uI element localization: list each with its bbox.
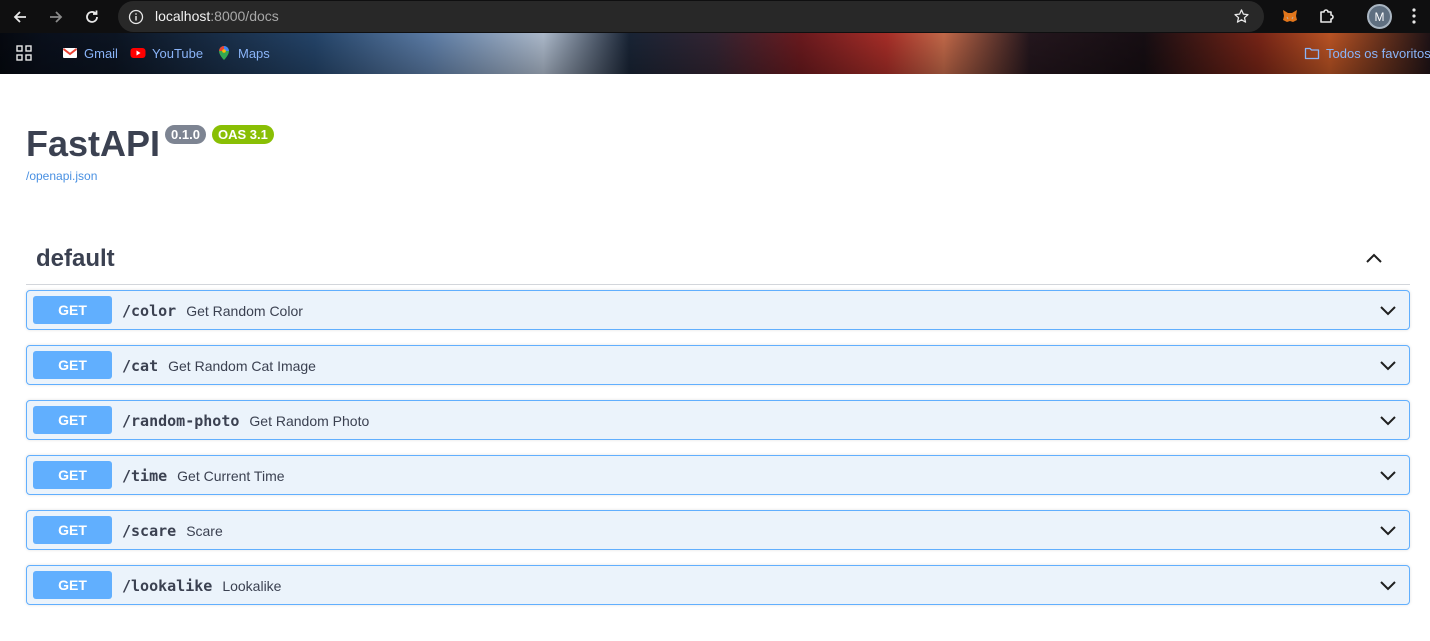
operation-path: /random-photo Get Random Photo	[122, 412, 369, 430]
operation-summary: Get Random Photo	[249, 413, 370, 429]
version-badge: 0.1.0	[165, 125, 206, 144]
profile-avatar[interactable]: M	[1367, 4, 1392, 29]
method-badge: GET	[33, 571, 112, 599]
bookmarks-bar: Gmail YouTube Maps Todos os favoritos	[0, 33, 1430, 74]
url-host: localhost	[155, 8, 211, 24]
extensions-icon[interactable]	[1317, 6, 1337, 26]
path-text: /time	[122, 467, 168, 485]
all-bookmarks-folder[interactable]: Todos os favoritos	[1304, 45, 1430, 61]
arrow-right-icon	[50, 11, 63, 23]
operation-get-lookalike[interactable]: GET /lookalike Lookalike	[26, 565, 1410, 605]
path-text: /random-photo	[122, 412, 240, 430]
operation-summary: Get Current Time	[177, 468, 285, 484]
bookmark-label: Gmail	[84, 45, 118, 61]
back-button[interactable]	[9, 6, 31, 28]
bookmark-maps[interactable]: Maps	[216, 45, 270, 61]
oas-badge: OAS 3.1	[211, 125, 274, 144]
gmail-icon	[62, 48, 78, 58]
operation-get-color[interactable]: GET /color Get Random Color	[26, 290, 1410, 330]
method-badge: GET	[33, 461, 112, 489]
youtube-icon	[130, 48, 146, 58]
operation-path: /scare Scare	[122, 522, 223, 540]
path-text: /lookalike	[122, 577, 213, 595]
method-badge: GET	[33, 516, 112, 544]
bookmark-star-icon[interactable]	[1233, 8, 1250, 25]
operation-path: /cat Get Random Cat Image	[122, 357, 316, 375]
apps-grid-icon[interactable]	[16, 45, 32, 61]
operation-path: /time Get Current Time	[122, 467, 285, 485]
operation-path: /color Get Random Color	[122, 302, 303, 320]
bookmark-youtube[interactable]: YouTube	[130, 45, 203, 61]
bookmark-gmail[interactable]: Gmail	[62, 45, 118, 61]
operation-summary: Lookalike	[222, 578, 282, 594]
chevron-down-icon[interactable]	[1379, 576, 1397, 594]
site-info-icon[interactable]	[128, 9, 144, 25]
operation-get-time[interactable]: GET /time Get Current Time	[26, 455, 1410, 495]
menu-kebab-icon[interactable]	[1406, 6, 1422, 26]
operation-get-cat[interactable]: GET /cat Get Random Cat Image	[26, 345, 1410, 385]
method-badge: GET	[33, 351, 112, 379]
all-bookmarks-label: Todos os favoritos	[1326, 45, 1430, 61]
chevron-up-icon[interactable]	[1364, 249, 1384, 269]
browser-toolbar: localhost:8000/docs M	[0, 0, 1430, 33]
chevron-down-icon[interactable]	[1379, 301, 1397, 319]
forward-button[interactable]	[45, 6, 67, 28]
metamask-extension-icon[interactable]	[1281, 7, 1299, 25]
tag-section-default[interactable]: default	[26, 234, 1410, 285]
operation-summary: Get Random Color	[186, 303, 303, 319]
reload-button[interactable]	[81, 6, 103, 28]
operation-get-scare[interactable]: GET /scare Scare	[26, 510, 1410, 550]
operation-summary: Scare	[186, 523, 223, 539]
address-bar[interactable]: localhost:8000/docs	[118, 1, 1264, 32]
path-text: /cat	[122, 357, 159, 375]
api-info: FastAPI 0.1.0 OAS 3.1	[26, 124, 274, 164]
reload-icon	[86, 10, 98, 23]
chevron-down-icon[interactable]	[1379, 466, 1397, 484]
url-text[interactable]: localhost:8000/docs	[155, 8, 279, 24]
method-badge: GET	[33, 406, 112, 434]
avatar-letter: M	[1374, 9, 1385, 24]
operation-summary: Get Random Cat Image	[168, 358, 316, 374]
operation-path: /lookalike Lookalike	[122, 577, 281, 595]
folder-icon	[1304, 47, 1320, 60]
method-badge: GET	[33, 296, 112, 324]
chevron-down-icon[interactable]	[1379, 521, 1397, 539]
chevron-down-icon[interactable]	[1379, 356, 1397, 374]
api-title: FastAPI	[26, 123, 161, 164]
arrow-left-icon	[13, 11, 26, 23]
bookmark-label: YouTube	[152, 45, 204, 61]
path-text: /color	[122, 302, 177, 320]
path-text: /scare	[122, 522, 177, 540]
swagger-page: FastAPI 0.1.0 OAS 3.1 /openapi.json defa…	[0, 74, 1430, 641]
openapi-json-link[interactable]: /openapi.json	[26, 169, 97, 183]
maps-icon	[219, 46, 229, 60]
section-title: default	[36, 245, 115, 272]
bookmark-label: Maps	[238, 45, 270, 61]
operation-get-random-photo[interactable]: GET /random-photo Get Random Photo	[26, 400, 1410, 440]
url-path: :8000/docs	[210, 8, 279, 24]
chevron-down-icon[interactable]	[1379, 411, 1397, 429]
